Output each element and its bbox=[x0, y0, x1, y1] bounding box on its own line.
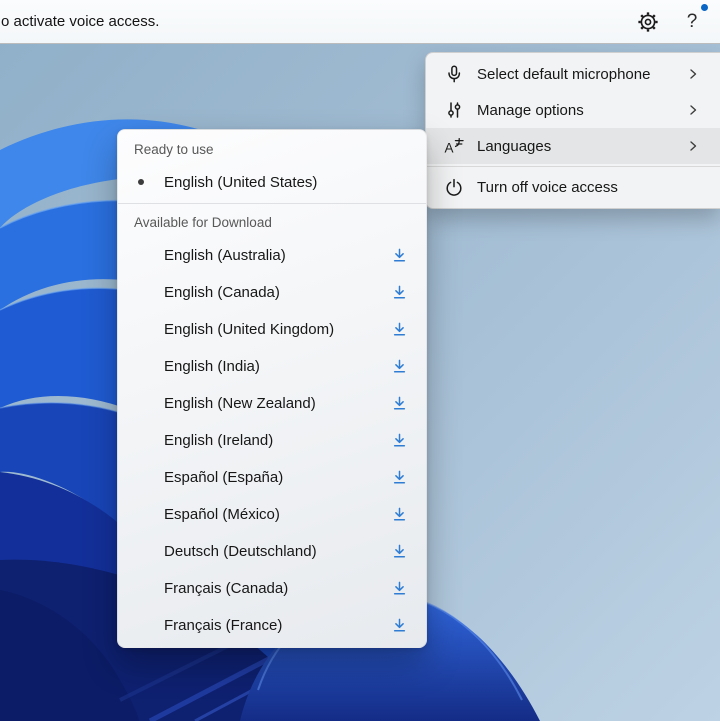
menu-item-manage-options[interactable]: Manage options bbox=[426, 92, 720, 128]
language-label: Español (España) bbox=[164, 469, 392, 486]
language-label: Français (Canada) bbox=[164, 580, 392, 597]
language-item[interactable]: Deutsch (Deutschland) bbox=[118, 533, 426, 570]
language-item-selected[interactable]: English (United States) bbox=[118, 164, 426, 200]
chevron-right-icon bbox=[686, 67, 700, 81]
download-icon[interactable] bbox=[392, 507, 407, 522]
language-label: Deutsch (Deutschland) bbox=[164, 543, 392, 560]
language-label: English (Canada) bbox=[164, 284, 392, 301]
svg-text:A: A bbox=[444, 141, 453, 156]
download-icon[interactable] bbox=[392, 248, 407, 263]
voice-access-bar: o activate voice access. ? bbox=[0, 0, 720, 44]
language-label: English (Australia) bbox=[164, 247, 392, 264]
language-item[interactable]: English (New Zealand) bbox=[118, 385, 426, 422]
language-label: English (United Kingdom) bbox=[164, 321, 392, 338]
language-label: English (New Zealand) bbox=[164, 395, 392, 412]
menu-item-select-default-microphone[interactable]: Select default microphone bbox=[426, 56, 720, 92]
language-item[interactable]: English (United Kingdom) bbox=[118, 311, 426, 348]
language-label: English (India) bbox=[164, 358, 392, 375]
language-item[interactable]: English (Australia) bbox=[118, 237, 426, 274]
language-item[interactable]: English (Canada) bbox=[118, 274, 426, 311]
download-icon[interactable] bbox=[392, 359, 407, 374]
language-label: English (United States) bbox=[164, 174, 317, 191]
menu-separator bbox=[426, 166, 720, 167]
help-button[interactable]: ? bbox=[680, 10, 704, 34]
selected-bullet-icon bbox=[138, 179, 144, 185]
voice-access-status-text: o activate voice access. bbox=[1, 13, 159, 30]
titlebar-actions: ? bbox=[636, 10, 720, 34]
voice-access-context-menu: Select default microphone Manage options A… bbox=[425, 52, 720, 209]
menu-item-label: Turn off voice access bbox=[477, 179, 700, 196]
language-label: Español (México) bbox=[164, 506, 392, 523]
language-item[interactable]: Français (France) bbox=[118, 607, 426, 644]
language-label: English (Ireland) bbox=[164, 432, 392, 449]
download-icon[interactable] bbox=[392, 470, 407, 485]
menu-item-label: Select default microphone bbox=[477, 66, 673, 83]
menu-item-label: Languages bbox=[477, 138, 673, 155]
language-item[interactable]: Español (España) bbox=[118, 459, 426, 496]
microphone-icon bbox=[443, 64, 464, 85]
language-item[interactable]: English (Ireland) bbox=[118, 422, 426, 459]
download-icon[interactable] bbox=[392, 285, 407, 300]
help-icon: ? bbox=[687, 11, 698, 33]
section-header: Available for Download bbox=[118, 207, 426, 237]
download-icon[interactable] bbox=[392, 396, 407, 411]
settings-button[interactable] bbox=[636, 10, 660, 34]
chevron-right-icon bbox=[686, 103, 700, 117]
language-label: Français (France) bbox=[164, 617, 392, 634]
section-header: Ready to use bbox=[118, 134, 426, 164]
submenu-separator bbox=[118, 203, 426, 204]
download-icon[interactable] bbox=[392, 433, 407, 448]
language-item[interactable]: Español (México) bbox=[118, 496, 426, 533]
menu-item-languages[interactable]: A Languages bbox=[426, 128, 720, 164]
language-item[interactable]: English (India) bbox=[118, 348, 426, 385]
power-icon bbox=[443, 177, 464, 198]
chevron-right-icon bbox=[686, 139, 700, 153]
menu-item-label: Manage options bbox=[477, 102, 673, 119]
sliders-icon bbox=[443, 100, 464, 121]
language-item[interactable]: Français (Canada) bbox=[118, 570, 426, 607]
languages-submenu: Ready to use English (United States) Avail… bbox=[117, 129, 427, 648]
menu-item-turn-off-voice-access[interactable]: Turn off voice access bbox=[426, 169, 720, 205]
download-icon[interactable] bbox=[392, 544, 407, 559]
desktop: o activate voice access. ? bbox=[0, 0, 720, 721]
notification-badge bbox=[701, 4, 708, 11]
download-icon[interactable] bbox=[392, 618, 407, 633]
download-icon[interactable] bbox=[392, 581, 407, 596]
gear-icon bbox=[637, 11, 659, 33]
download-icon[interactable] bbox=[392, 322, 407, 337]
translate-icon: A bbox=[443, 136, 464, 157]
